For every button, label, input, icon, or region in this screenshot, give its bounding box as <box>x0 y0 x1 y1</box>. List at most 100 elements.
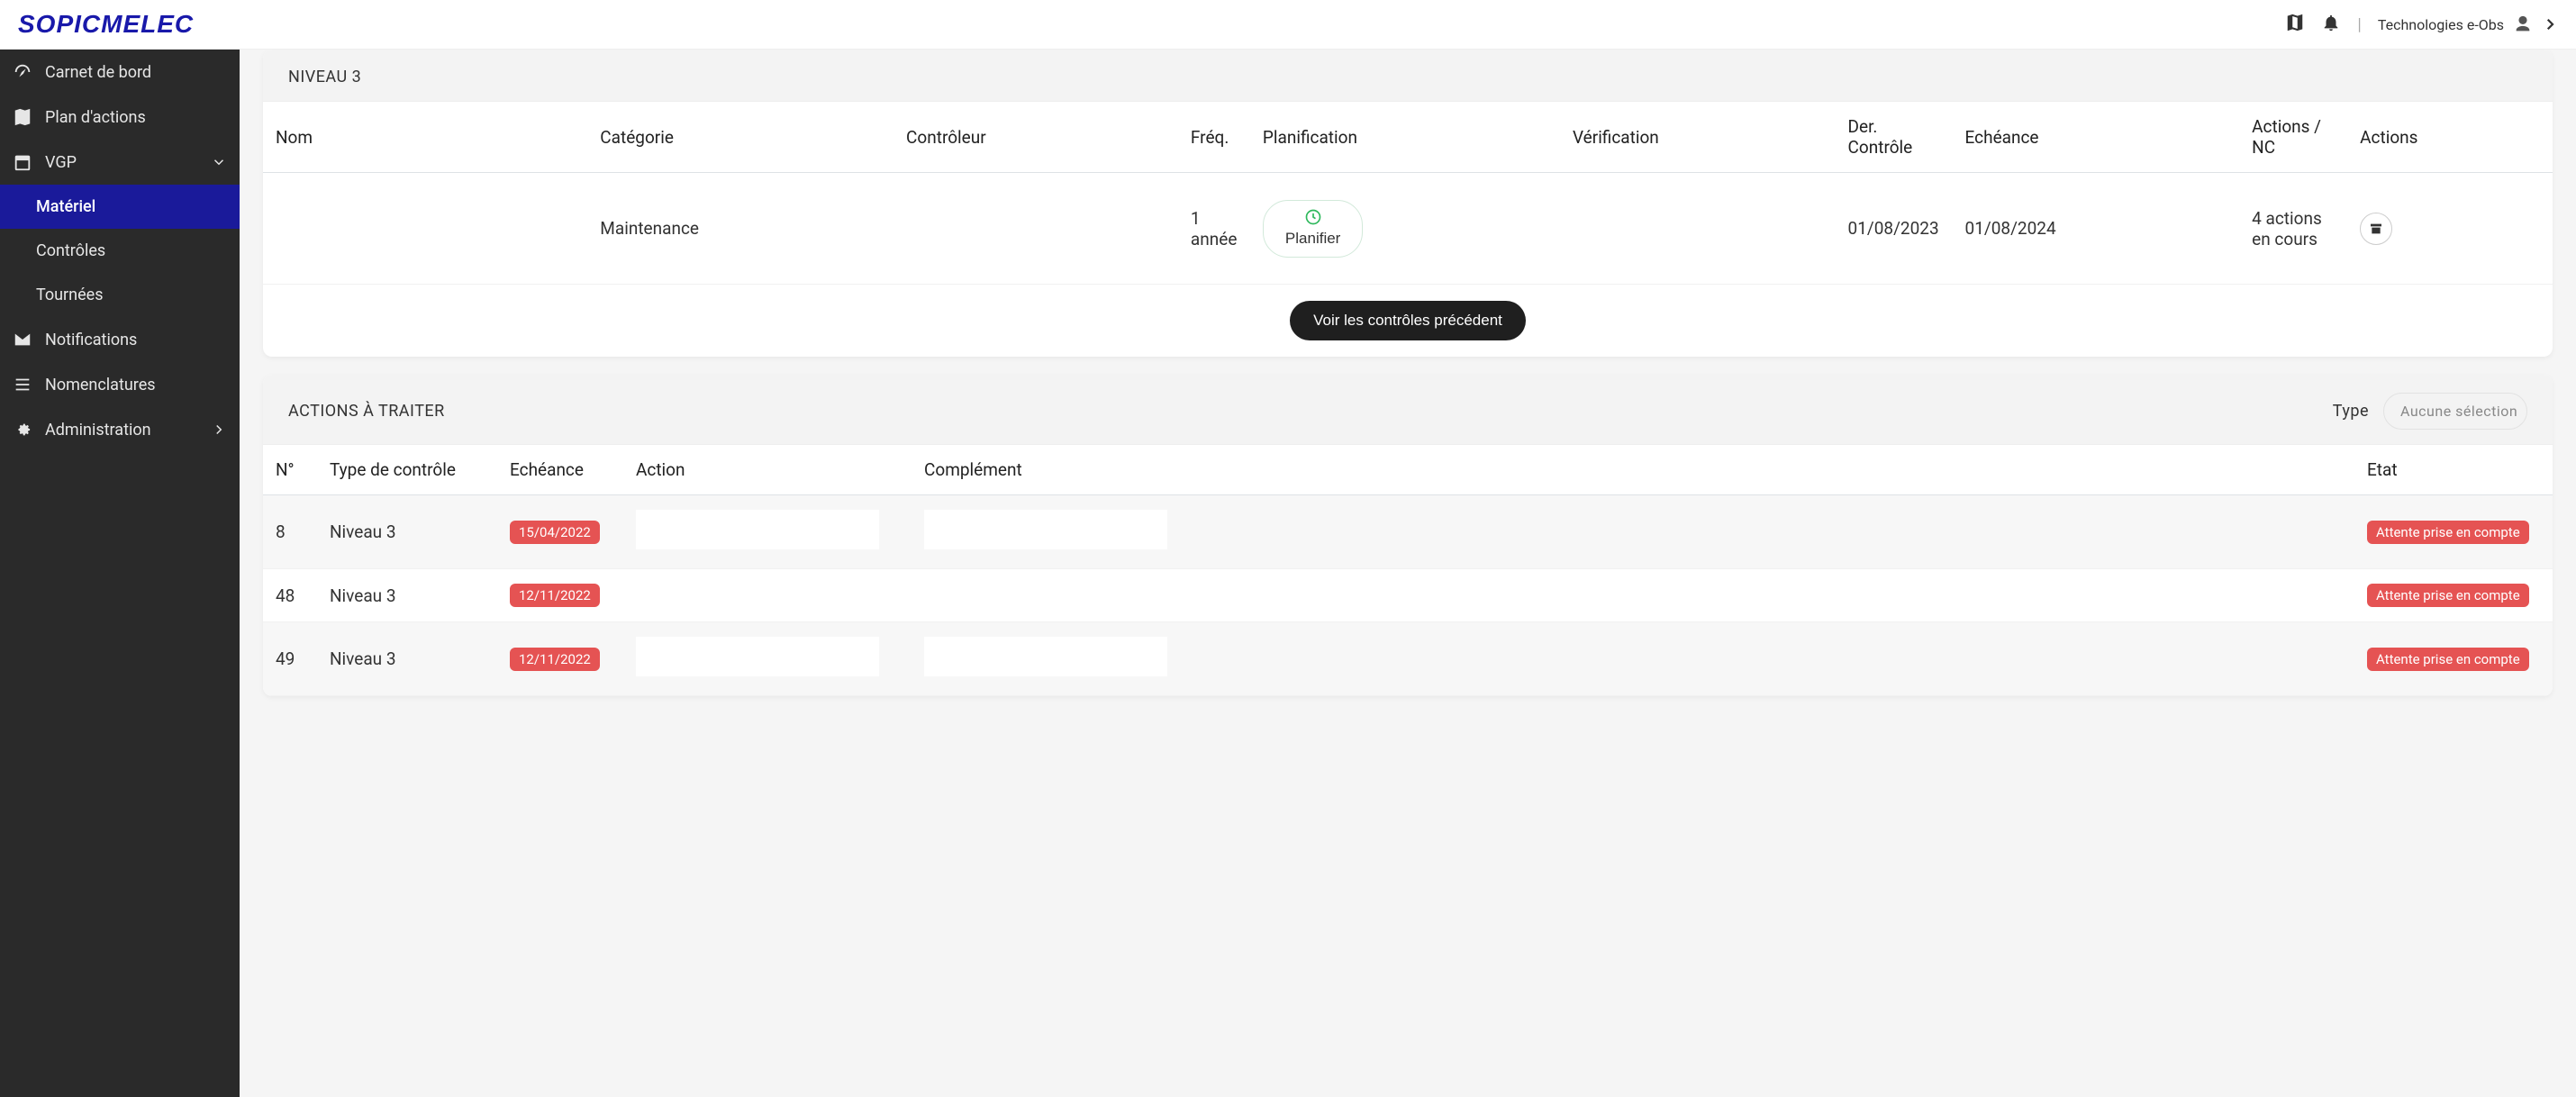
card-actions: ACTIONS À TRAITER Type Aucune sélection … <box>263 375 2553 696</box>
cell-echeance: 15/04/2022 <box>497 495 623 569</box>
user-menu[interactable]: Technologies e-Obs <box>2378 14 2558 34</box>
bell-icon[interactable] <box>2321 13 2341 37</box>
sidebar-item-administration[interactable]: Administration <box>0 407 240 452</box>
table-niveau3: Nom Catégorie Contrôleur Fréq. Planifica… <box>263 102 2553 285</box>
card-title: ACTIONS À TRAITER <box>288 402 445 421</box>
cell-etat: Attente prise en compte <box>2354 622 2553 696</box>
sidebar-label: Nomenclatures <box>45 376 156 394</box>
user-name: Technologies e-Obs <box>2378 16 2504 33</box>
col-verification: Vérification <box>1560 102 1836 173</box>
col-n: N° <box>263 445 317 495</box>
cell-echeance: 01/08/2024 <box>1953 173 2240 285</box>
nom-image <box>276 187 382 265</box>
archive-button[interactable] <box>2360 213 2392 245</box>
sidebar-label: Carnet de bord <box>45 63 151 82</box>
col-controleur: Contrôleur <box>893 102 1178 173</box>
col-echeance: Echéance <box>1953 102 2240 173</box>
sidebar-item-notifications[interactable]: Notifications <box>0 317 240 362</box>
card-niveau3: NIVEAU 3 Nom Catégorie Contrôleur Fréq. … <box>263 50 2553 357</box>
map-icon[interactable] <box>2285 13 2305 37</box>
col-planification: Planification <box>1250 102 1560 173</box>
echeance-badge: 12/11/2022 <box>510 648 600 671</box>
dropdown-placeholder: Aucune sélection <box>2400 403 2517 420</box>
action-empty <box>636 510 879 549</box>
calendar-icon <box>13 152 32 172</box>
table-row[interactable]: 49Niveau 312/11/2022Attente prise en com… <box>263 622 2553 696</box>
etat-badge: Attente prise en compte <box>2367 521 2529 544</box>
sidebar-label: Administration <box>45 421 151 440</box>
cell-complement <box>912 622 2354 696</box>
separator: | <box>2357 15 2361 34</box>
col-action: Action <box>623 445 912 495</box>
sidebar-item-tournees[interactable]: Tournées <box>0 273 240 317</box>
sidebar-label: Tournées <box>36 286 103 304</box>
filter-label: Type <box>2333 402 2369 421</box>
card-header-niveau3: NIVEAU 3 <box>263 50 2553 102</box>
sidebar-item-controles[interactable]: Contrôles <box>0 229 240 273</box>
cell-verification-empty <box>1560 173 1836 285</box>
cell-etat: Attente prise en compte <box>2354 495 2553 569</box>
list-icon <box>13 375 32 394</box>
action-empty <box>636 637 879 676</box>
col-complement: Complément <box>912 445 2354 495</box>
logo: SOPICMELEC <box>18 10 194 39</box>
planifier-label: Planifier <box>1285 230 1340 248</box>
main-content: NIVEAU 3 Nom Catégorie Contrôleur Fréq. … <box>240 50 2576 1097</box>
cell-echeance: 12/11/2022 <box>497 622 623 696</box>
voir-controles-button[interactable]: Voir les contrôles précédent <box>1290 301 1526 340</box>
col-actions-nc: Actions / NC <box>2239 102 2347 173</box>
echeance-badge: 15/04/2022 <box>510 521 600 544</box>
col-type: Type de contrôle <box>317 445 497 495</box>
cell-action <box>623 569 912 622</box>
dashboard-icon <box>13 62 32 82</box>
cell-etat: Attente prise en compte <box>2354 569 2553 622</box>
col-freq: Fréq. <box>1178 102 1250 173</box>
cell-n: 48 <box>263 569 317 622</box>
cell-categorie: Maintenance <box>587 173 893 285</box>
cell-actions-nc: 4 actions en cours <box>2239 173 2347 285</box>
sidebar-item-carnet[interactable]: Carnet de bord <box>0 50 240 95</box>
chevron-right-icon <box>2542 16 2558 32</box>
etat-badge: Attente prise en compte <box>2367 648 2529 671</box>
complement-empty <box>924 637 1167 676</box>
col-nom: Nom <box>263 102 587 173</box>
card-footer: Voir les contrôles précédent <box>263 285 2553 357</box>
cell-complement <box>912 569 2354 622</box>
cell-type: Niveau 3 <box>317 622 497 696</box>
clock-icon <box>1304 208 1322 226</box>
cell-der-controle: 01/08/2023 <box>1836 173 1953 285</box>
table-actions: N° Type de contrôle Echéance Action Comp… <box>263 445 2553 696</box>
sidebar-item-plan[interactable]: Plan d'actions <box>0 95 240 140</box>
sidebar-label: Plan d'actions <box>45 108 146 127</box>
cell-complement <box>912 495 2354 569</box>
col-actions: Actions <box>2347 102 2553 173</box>
sidebar-item-materiel[interactable]: Matériel <box>0 185 240 229</box>
sidebar-label: Contrôles <box>36 241 105 260</box>
complement-empty <box>924 510 1167 549</box>
cell-action <box>623 622 912 696</box>
cell-action <box>623 495 912 569</box>
filter-type: Type Aucune sélection <box>2333 393 2527 430</box>
card-header-actions: ACTIONS À TRAITER Type Aucune sélection <box>263 375 2553 445</box>
etat-badge: Attente prise en compte <box>2367 584 2529 607</box>
sidebar-label: Notifications <box>45 331 137 349</box>
chevron-down-icon <box>211 154 227 170</box>
sidebar-item-vgp[interactable]: VGP <box>0 140 240 185</box>
gear-icon <box>13 420 32 440</box>
col-categorie: Catégorie <box>587 102 893 173</box>
col-etat: Etat <box>2354 445 2553 495</box>
mail-icon <box>13 330 32 349</box>
table-row[interactable]: 8Niveau 315/04/2022Attente prise en comp… <box>263 495 2553 569</box>
col-der-controle: Der. Contrôle <box>1836 102 1953 173</box>
user-icon <box>2513 14 2533 34</box>
sidebar-label: VGP <box>45 153 77 172</box>
type-dropdown[interactable]: Aucune sélection <box>2383 393 2527 430</box>
table-row[interactable]: 48Niveau 312/11/2022Attente prise en com… <box>263 569 2553 622</box>
sidebar-item-nomenclatures[interactable]: Nomenclatures <box>0 362 240 407</box>
archive-icon <box>2369 222 2383 236</box>
echeance-badge: 12/11/2022 <box>510 584 600 607</box>
cell-type: Niveau 3 <box>317 495 497 569</box>
card-title: NIVEAU 3 <box>288 68 361 86</box>
cell-echeance: 12/11/2022 <box>497 569 623 622</box>
planifier-button[interactable]: Planifier <box>1263 200 1363 258</box>
